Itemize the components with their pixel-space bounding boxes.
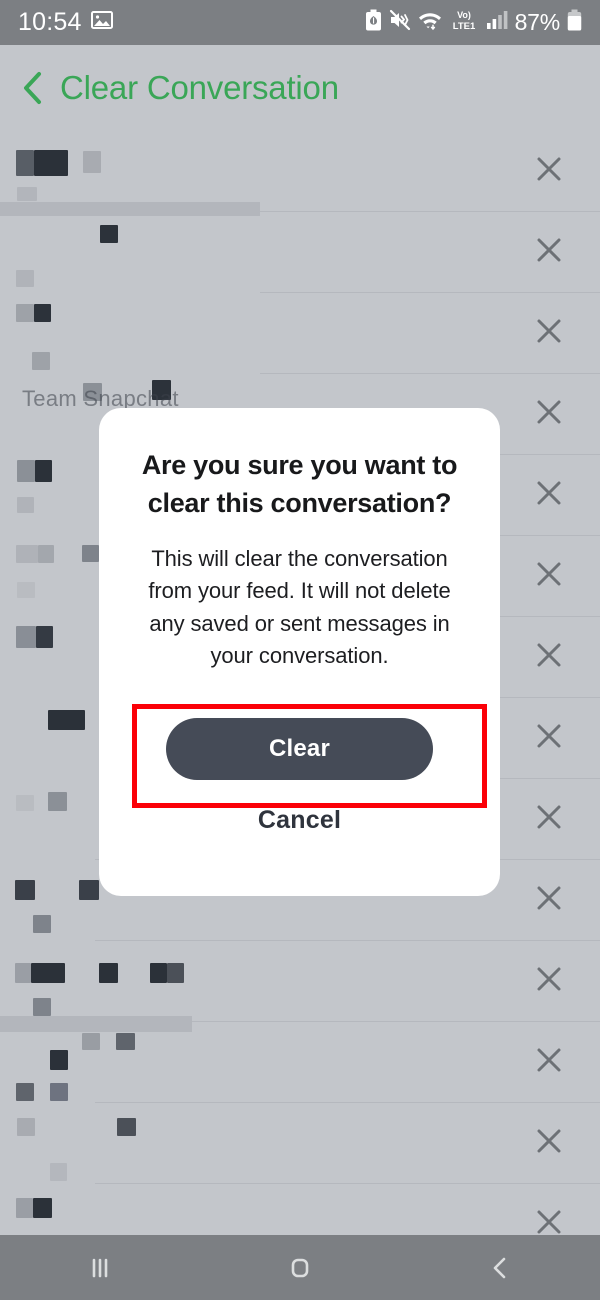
row-separator [95, 1102, 600, 1103]
svg-text:LTE1: LTE1 [452, 21, 475, 31]
x-icon[interactable] [535, 317, 563, 345]
obscured-block [34, 150, 68, 176]
row-separator [260, 211, 600, 212]
obscured-block [17, 460, 35, 482]
obscured-block [17, 497, 34, 513]
obscured-block [16, 304, 34, 322]
obscured-block [99, 963, 118, 983]
obscured-block [48, 710, 85, 730]
wifi-icon [418, 9, 442, 36]
obscured-block [50, 1163, 67, 1181]
obscured-block [116, 1033, 135, 1050]
obscured-block [34, 304, 51, 322]
x-icon[interactable] [535, 236, 563, 264]
obscured-block [33, 915, 51, 933]
status-bar: 10:54 Vo) LTE1 87% [0, 0, 600, 45]
cancel-button[interactable]: Cancel [99, 806, 500, 835]
x-icon[interactable] [535, 884, 563, 912]
page-title: Clear Conversation [60, 68, 339, 106]
recents-icon[interactable] [45, 1235, 155, 1300]
nav-back-icon[interactable] [445, 1235, 555, 1300]
obscured-block [17, 187, 37, 201]
row-separator [260, 292, 600, 293]
obscured-block [100, 225, 118, 243]
dialog-title: Are you sure you want to clear this conv… [141, 450, 458, 519]
clear-button[interactable]: Clear [166, 718, 433, 780]
mute-vibrate-icon [389, 9, 411, 36]
x-icon[interactable] [535, 641, 563, 669]
obscured-block [82, 1033, 100, 1050]
obscured-block [32, 352, 50, 370]
status-bar-clock: 10:54 [18, 8, 82, 36]
obscured-block [50, 1083, 68, 1101]
status-bar-right: Vo) LTE1 87% [365, 9, 582, 36]
obscured-block [16, 1083, 34, 1101]
battery-saver-icon [365, 9, 382, 36]
obscured-block [17, 1118, 35, 1136]
status-bar-left: 10:54 [18, 10, 113, 35]
row-separator [260, 373, 600, 374]
app-header: Clear Conversation [0, 45, 600, 130]
obscured-block [167, 963, 184, 983]
obscured-block [17, 582, 35, 598]
x-icon[interactable] [535, 803, 563, 831]
x-icon[interactable] [535, 479, 563, 507]
volte-lte1-icon: Vo) LTE1 [449, 9, 479, 36]
obscured-block [16, 795, 34, 811]
obscured-block [117, 1118, 136, 1136]
obscured-block [31, 963, 65, 983]
obscured-block [38, 545, 54, 563]
row-separator [95, 1183, 600, 1184]
battery-percent-label: 87% [514, 9, 561, 35]
obscured-block [82, 545, 99, 562]
obscured-block [16, 270, 34, 287]
x-icon[interactable] [535, 965, 563, 993]
obscured-block [33, 998, 51, 1016]
screenshot-image-icon [90, 10, 113, 35]
obscured-block [150, 963, 167, 983]
x-icon[interactable] [535, 1208, 563, 1235]
obscured-block [16, 150, 34, 176]
home-icon[interactable] [245, 1235, 355, 1300]
x-icon[interactable] [535, 398, 563, 426]
dialog-body-text: This will clear the conversation from yo… [148, 545, 451, 669]
battery-icon [567, 9, 582, 36]
x-icon[interactable] [535, 155, 563, 183]
signal-bars-icon [486, 9, 508, 36]
x-icon[interactable] [535, 1127, 563, 1155]
confirm-dialog: Are you sure you want to clear this conv… [99, 408, 500, 896]
x-icon[interactable] [535, 560, 563, 588]
obscured-block [79, 880, 99, 900]
obscured-block [16, 545, 38, 563]
obscured-block [48, 792, 67, 811]
obscured-block [36, 626, 53, 648]
x-icon[interactable] [535, 1046, 563, 1074]
obscured-block [15, 880, 35, 900]
obscured-block [50, 1050, 68, 1070]
obscured-block [83, 151, 101, 173]
obscured-block [16, 626, 36, 648]
android-nav-bar [0, 1235, 600, 1300]
obscured-block [35, 460, 52, 482]
obscured-band [0, 202, 260, 216]
obscured-band [0, 1016, 192, 1032]
x-icon[interactable] [535, 722, 563, 750]
back-chevron-icon[interactable] [18, 68, 48, 108]
phone-screen: 10:54 Vo) LTE1 87% Clear Conversation Te… [0, 0, 600, 1300]
obscured-block [33, 1198, 52, 1218]
obscured-block [15, 963, 31, 983]
svg-text:Vo): Vo) [457, 10, 471, 20]
obscured-block [16, 1198, 33, 1218]
row-separator [95, 940, 600, 941]
